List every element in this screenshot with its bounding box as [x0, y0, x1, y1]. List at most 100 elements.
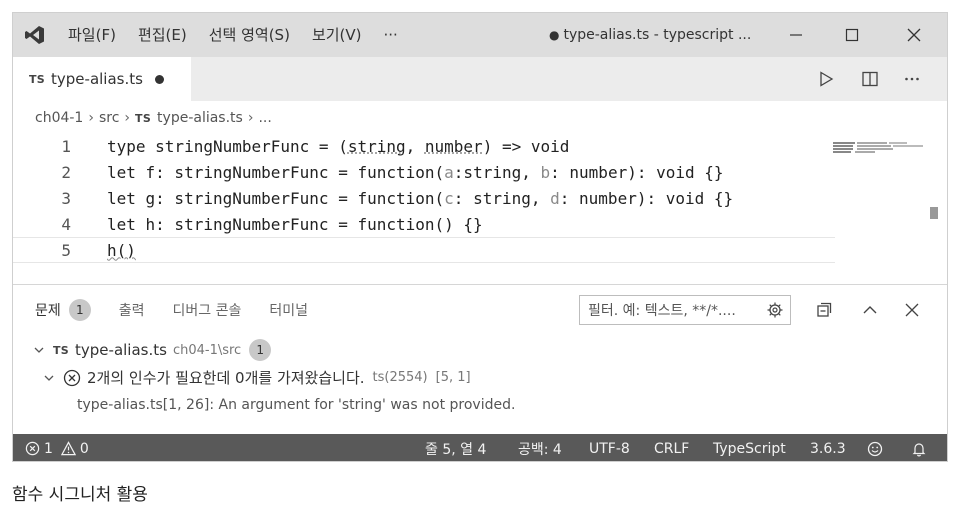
code-segment: : number): void {}	[559, 188, 734, 208]
menu-selection[interactable]: 선택 영역(S)	[198, 13, 301, 57]
code-text[interactable]: let f: stringNumberFunc = function(a:str…	[107, 163, 724, 182]
vscode-logo-icon	[13, 13, 57, 57]
code-editor[interactable]: 1 type stringNumberFunc = (string, numbe…	[13, 131, 947, 281]
line-number: 5	[61, 240, 71, 260]
error-source: ts(2554)	[372, 370, 428, 385]
close-panel-icon[interactable]	[897, 295, 927, 325]
menu-edit[interactable]: 편집(E)	[127, 13, 198, 57]
tab-terminal[interactable]: 터미널	[269, 300, 308, 320]
status-bar: 1 0 줄 5, 열 4 공백: 4 UTF-8 CRLF TypeScript…	[13, 434, 947, 461]
code-segment: type stringNumberFunc = (	[107, 136, 348, 156]
problems-filter-input[interactable]: 필터. 예: 텍스트, **/*....	[579, 295, 791, 325]
code-text-error[interactable]: h()	[107, 241, 136, 260]
line-number: 1	[61, 136, 71, 156]
breadcrumb-symbol[interactable]: ...	[258, 110, 271, 126]
typescript-file-icon: TS	[135, 111, 152, 125]
code-text[interactable]: type stringNumberFunc = (string, number)…	[107, 137, 569, 156]
line-number: 2	[61, 162, 71, 182]
notifications-bell-icon[interactable]	[911, 434, 927, 461]
error-position: [5, 1]	[435, 370, 471, 385]
indentation-status[interactable]: 공백: 4	[518, 434, 562, 461]
cursor-position[interactable]: 줄 5, 열 4	[425, 434, 486, 461]
close-button[interactable]	[891, 13, 937, 57]
run-icon[interactable]	[809, 57, 843, 101]
minimap[interactable]	[833, 141, 933, 155]
code-param: c	[444, 188, 454, 208]
chevron-right-icon: ›	[124, 110, 131, 126]
vscode-window: 파일(F) 편집(E) 선택 영역(S) 보기(V) ··· ● type-ali…	[12, 12, 948, 462]
maximize-button[interactable]	[829, 13, 875, 57]
code-line[interactable]: 3 let g: stringNumberFunc = function(c: …	[13, 185, 947, 211]
tab-problems[interactable]: 문제 1	[35, 299, 91, 321]
code-line-current[interactable]: 5 h()	[13, 237, 835, 263]
collapse-all-icon[interactable]	[809, 295, 839, 325]
code-segment: ,	[405, 136, 425, 156]
more-actions-icon[interactable]	[895, 57, 929, 101]
code-segment: :string,	[453, 162, 541, 182]
code-segment: : number): void {}	[550, 162, 724, 182]
chevron-right-icon: ›	[247, 110, 254, 126]
code-segment: let g: stringNumberFunc = function(	[107, 188, 445, 208]
file-problem-count-badge: 1	[249, 339, 272, 361]
language-mode[interactable]: TypeScript	[713, 434, 786, 461]
error-message: 2개의 인수가 필요한데 0개를 가져왔습니다.	[87, 369, 365, 387]
code-text[interactable]: let h: stringNumberFunc = function() {}	[107, 215, 483, 234]
tab-label: type-alias.ts	[51, 70, 143, 88]
maximize-panel-icon[interactable]	[855, 295, 885, 325]
unsaved-dot-icon[interactable]	[154, 74, 164, 84]
chevron-down-icon[interactable]	[41, 372, 57, 384]
problem-file-row[interactable]: TS type-alias.ts ch04-1\src 1	[31, 339, 272, 361]
breadcrumb: ch04-1 › src › TS type-alias.ts › ...	[35, 107, 272, 129]
filter-settings-icon[interactable]	[766, 301, 784, 319]
tab-debug-console[interactable]: 디버그 콘솔	[173, 300, 242, 320]
line-number: 3	[61, 188, 71, 208]
figure-caption: 함수 시그니처 활용	[12, 485, 148, 505]
code-line[interactable]: 1 type stringNumberFunc = (string, numbe…	[13, 133, 947, 159]
code-param: b	[540, 162, 551, 182]
filter-placeholder: 필터. 예: 텍스트, **/*....	[588, 303, 736, 319]
scrollbar-thumb[interactable]	[930, 207, 938, 219]
window-title: ● type-alias.ts - typescript ...	[549, 13, 751, 57]
menu-view[interactable]: 보기(V)	[301, 13, 373, 57]
minimize-button[interactable]	[773, 13, 819, 57]
title-bar: 파일(F) 편집(E) 선택 영역(S) 보기(V) ··· ● type-ali…	[13, 13, 947, 57]
panel-tab-bar: 문제 1 출력 디버그 콘솔 터미널	[35, 299, 336, 321]
split-editor-icon[interactable]	[853, 57, 887, 101]
warning-icon	[60, 441, 76, 456]
code-line[interactable]: 2 let f: stringNumberFunc = function(a:s…	[13, 159, 947, 185]
window-title-text: type-alias.ts - typescript ...	[563, 27, 752, 43]
eol-status[interactable]: CRLF	[654, 434, 689, 461]
chevron-down-icon[interactable]	[31, 344, 47, 356]
editor-tab-bar: TS type-alias.ts	[13, 57, 947, 101]
chevron-right-icon: ›	[88, 110, 94, 126]
problem-count-badge: 1	[68, 299, 91, 321]
breadcrumb-src[interactable]: src	[99, 110, 119, 126]
encoding-status[interactable]: UTF-8	[589, 434, 630, 461]
tab-output[interactable]: 출력	[119, 300, 145, 320]
problem-file-path: ch04-1\src	[172, 342, 242, 358]
typescript-file-icon: TS	[53, 343, 70, 357]
menu-file[interactable]: 파일(F)	[57, 13, 127, 57]
menu-more[interactable]: ···	[373, 13, 409, 57]
code-param: d	[550, 188, 560, 208]
code-segment: ) => void	[482, 136, 570, 156]
feedback-smiley-icon[interactable]	[867, 434, 883, 461]
code-segment: : string,	[453, 188, 551, 208]
typescript-file-icon: TS	[29, 72, 46, 86]
problem-file-name: type-alias.ts	[75, 341, 167, 359]
breadcrumb-folder[interactable]: ch04-1	[35, 110, 83, 126]
error-count: 1	[44, 440, 53, 457]
typescript-version[interactable]: 3.6.3	[810, 434, 846, 461]
modified-dot: ●	[549, 28, 560, 42]
problems-status[interactable]: 1 0	[25, 434, 89, 461]
code-text[interactable]: let g: stringNumberFunc = function(c: st…	[107, 189, 733, 208]
line-number: 4	[61, 214, 71, 234]
problem-related-info[interactable]: type-alias.ts[1, 26]: An argument for 's…	[77, 397, 515, 413]
breadcrumb-file[interactable]: type-alias.ts	[157, 110, 243, 126]
code-line[interactable]: 4 let h: stringNumberFunc = function() {…	[13, 211, 947, 237]
tab-type-alias[interactable]: TS type-alias.ts	[13, 57, 191, 101]
problem-error-row[interactable]: 2개의 인수가 필요한데 0개를 가져왔습니다. ts(2554) [5, 1]	[41, 367, 471, 388]
code-param: number	[424, 136, 483, 156]
code-param: string	[347, 136, 406, 156]
tab-problems-label: 문제	[35, 303, 61, 319]
